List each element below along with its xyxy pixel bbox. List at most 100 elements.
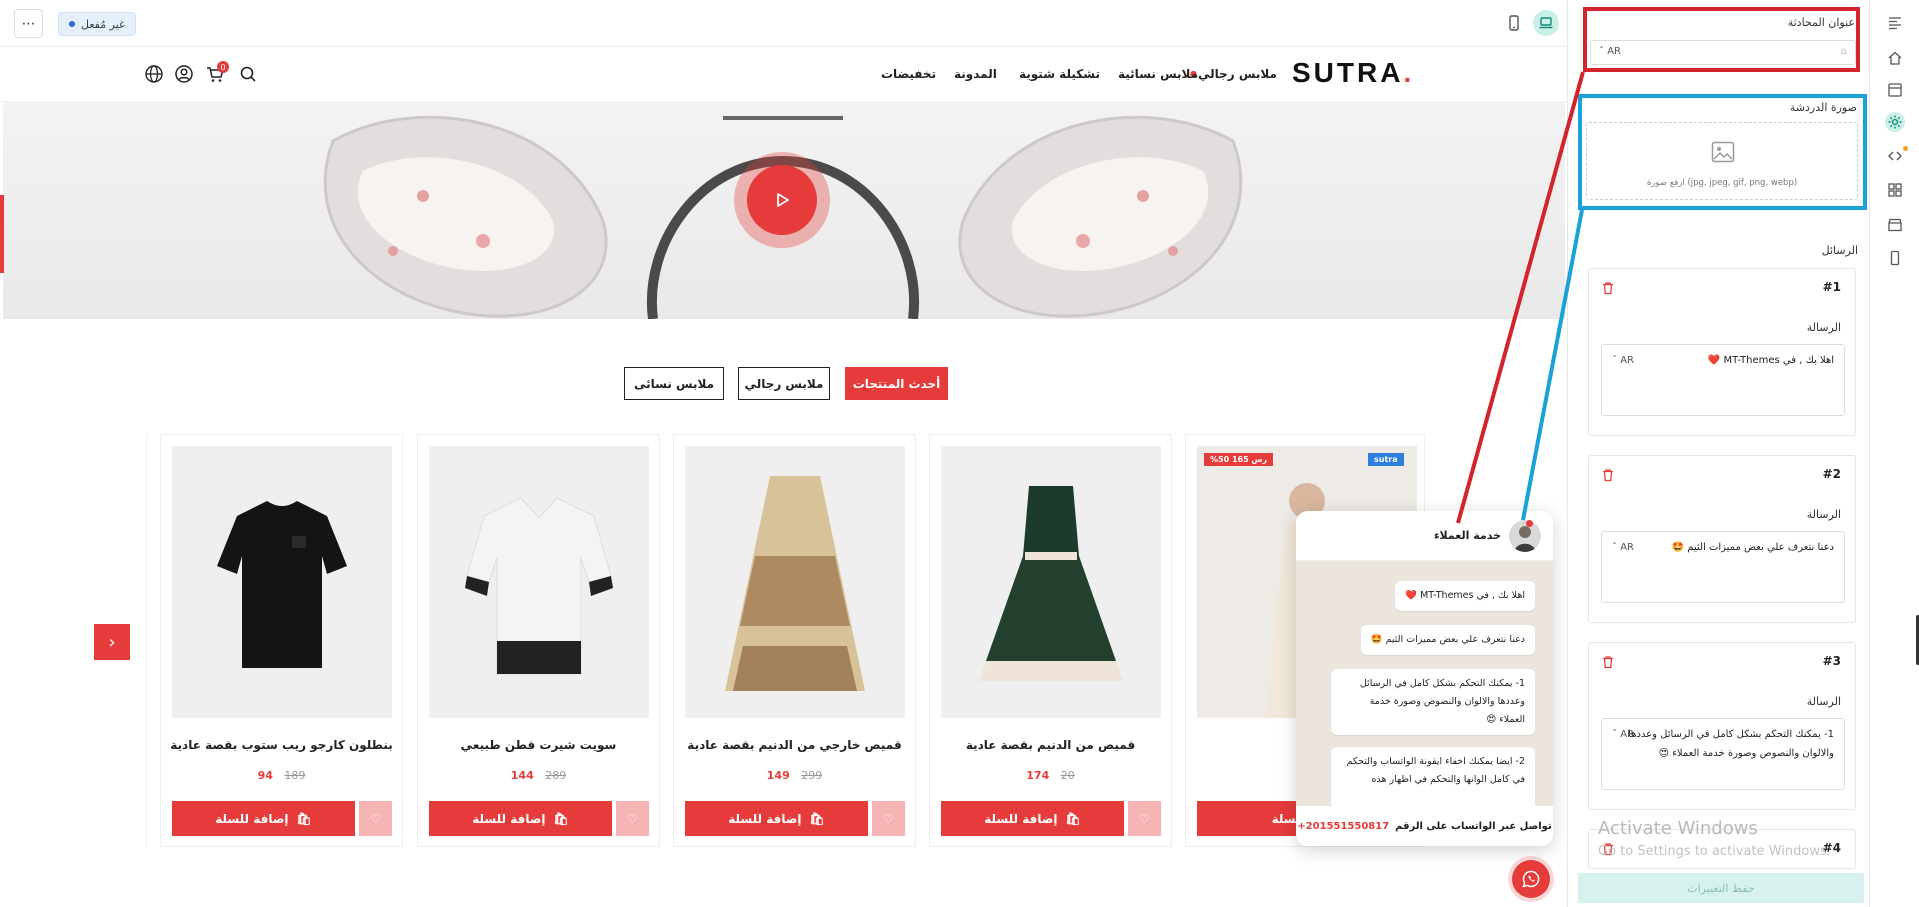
avatar xyxy=(1509,520,1541,552)
product-image[interactable] xyxy=(172,446,392,718)
wishlist-button[interactable]: ♡ xyxy=(1128,801,1161,836)
menu-align-icon[interactable] xyxy=(1885,13,1905,33)
heart-icon: ♡ xyxy=(370,811,381,826)
message-textarea[interactable]: دعنا نتعرف علي بعض مميزات الثيم 🤩 ˇ AR xyxy=(1601,531,1845,603)
code-icon[interactable] xyxy=(1885,146,1905,166)
home-icon[interactable] xyxy=(1885,48,1905,68)
trash-icon[interactable] xyxy=(1601,468,1615,482)
message-textarea[interactable]: اهلا بك , في MT-Themes ❤️ ˇ AR xyxy=(1601,344,1845,416)
product-name[interactable]: سويت شيرت قطن طبيعي xyxy=(418,738,659,752)
lang-selector[interactable]: ˇ AR xyxy=(1612,725,1634,744)
trash-icon[interactable] xyxy=(1601,281,1615,295)
product-prices: 149 299 xyxy=(674,769,915,782)
nav-item-blog[interactable]: المدونة xyxy=(954,67,997,81)
whatsapp-button[interactable] xyxy=(1512,860,1550,898)
mobile-icon[interactable] xyxy=(1504,13,1524,33)
message-textarea[interactable]: 1- يمكنك التحكم بشكل كامل في الرسائل وعد… xyxy=(1601,718,1845,790)
laptop-icon[interactable] xyxy=(1533,10,1559,36)
message-field-label: الرسالة xyxy=(1806,321,1841,334)
whatsapp-footer-label: تواصل عبر الواتساب على الرقم xyxy=(1395,820,1552,832)
tab-women-clothing[interactable]: ملابس نسائى xyxy=(624,367,724,400)
product-old-price: 20 xyxy=(1060,769,1075,782)
product-image[interactable] xyxy=(685,446,905,718)
windows-watermark-subtitle: Go to Settings to activate Windows. xyxy=(1598,844,1831,859)
sale-badge: %50 رس 165 xyxy=(1204,453,1274,466)
chat-popup: خدمة العملاء اهلا بك , في MT-Themes ❤️ د… xyxy=(1296,511,1553,846)
product-image[interactable] xyxy=(941,446,1161,718)
annotation-blue-box xyxy=(1578,94,1867,210)
whatsapp-icon xyxy=(1522,870,1540,888)
product-card[interactable]: قميص من الدنيم بقصة عادية 174 20 إضافة ل… xyxy=(929,434,1172,847)
product-card[interactable]: قميص خارجي من الدنيم بقصة عادية 149 299 … xyxy=(673,434,916,847)
product-name[interactable]: قميص خارجي من الدنيم بقصة عادية xyxy=(674,738,915,752)
product-card[interactable]: بنطلون كارجو ريب ستوب بقصة عادية 94 189 … xyxy=(160,434,403,847)
messages-label: الرسائل xyxy=(1821,244,1858,257)
lang-selector[interactable]: ˇ AR xyxy=(1612,351,1634,370)
message-number: #2 xyxy=(1822,467,1841,481)
product-card[interactable]: سويت شيرت قطن طبيعي 144 289 إضافة للسلة 🛍… xyxy=(417,434,660,847)
bag-icon: 🛍 xyxy=(809,811,825,826)
chevron-down-icon: ˇ xyxy=(1612,355,1621,366)
carousel-next-button[interactable]: › xyxy=(94,624,130,660)
add-to-cart-button[interactable]: إضافة للسلة 🛍 xyxy=(941,801,1124,836)
product-image[interactable] xyxy=(429,446,649,718)
product-price: 174 xyxy=(1026,769,1050,782)
tab-men-clothing[interactable]: ملابس رجالي xyxy=(738,367,830,400)
windows-watermark-title: Activate Windows xyxy=(1598,818,1758,839)
message-card: #1 الرسالة اهلا بك , في MT-Themes ❤️ ˇ AR xyxy=(1588,268,1856,436)
heart-icon: ♡ xyxy=(1139,811,1150,826)
nav-item-men[interactable]: ملابس رجالي xyxy=(1198,67,1277,81)
product-price: 144 xyxy=(510,769,534,782)
store-logo[interactable]: SUTRA. xyxy=(1292,57,1414,89)
chat-footer[interactable]: +201551550817 تواصل عبر الواتساب على الر… xyxy=(1296,806,1553,846)
status-badge[interactable]: غير مُفعل xyxy=(58,12,136,36)
message-field-label: الرسالة xyxy=(1806,508,1841,521)
product-old-price: 299 xyxy=(801,769,823,782)
chevron-down-icon: ˇ xyxy=(1612,542,1621,553)
product-name[interactable]: قميص من الدنيم بقصة عادية xyxy=(930,738,1171,752)
editor-iconbar xyxy=(1869,0,1919,907)
nav-item-winter[interactable]: تشكيلة شتوية xyxy=(1019,67,1100,81)
chevron-down-icon: ˇ xyxy=(1612,729,1621,740)
product-old-price: 189 xyxy=(284,769,306,782)
wishlist-button[interactable]: ♡ xyxy=(872,801,905,836)
more-options-button[interactable]: ⋯ xyxy=(14,9,43,38)
message-number: #1 xyxy=(1822,280,1841,294)
bag-icon: 🛍 xyxy=(1065,811,1081,826)
add-to-cart-button[interactable]: إضافة للسلة 🛍 xyxy=(429,801,612,836)
lang-selector[interactable]: ˇ AR xyxy=(1612,538,1634,557)
wishlist-button[interactable]: ♡ xyxy=(359,801,392,836)
add-to-cart-button[interactable]: إضافة للسلة 🛍 xyxy=(172,801,355,836)
globe-icon[interactable] xyxy=(144,64,164,84)
heart-icon: ♡ xyxy=(883,811,894,826)
store-header: SUTRA. ● ملابس رجالي ملابس نسائية تشكيلة… xyxy=(0,47,1567,102)
cart-count-badge: 0 xyxy=(217,61,229,73)
tab-latest-products[interactable]: أحدث المنتجات xyxy=(845,367,948,400)
chat-title: خدمة العملاء xyxy=(1433,529,1501,542)
message-card: #2 الرسالة دعنا نتعرف علي بعض مميزات الث… xyxy=(1588,455,1856,623)
trash-icon[interactable] xyxy=(1601,655,1615,669)
hero-side-strip xyxy=(0,195,4,273)
wishlist-button[interactable]: ♡ xyxy=(616,801,649,836)
gear-icon[interactable] xyxy=(1885,112,1905,132)
search-icon[interactable] xyxy=(238,64,258,84)
grid-icon[interactable] xyxy=(1885,180,1905,200)
nav-item-women[interactable]: ملابس نسائية xyxy=(1118,67,1198,81)
add-to-cart-button[interactable]: إضافة للسلة 🛍 xyxy=(685,801,868,836)
chat-header: خدمة العملاء xyxy=(1296,511,1553,561)
chevron-right-icon: › xyxy=(108,631,116,653)
product-name[interactable]: بنطلون كارجو ريب ستوب بقصة عادية xyxy=(161,738,402,752)
whatsapp-number[interactable]: +201551550817 xyxy=(1297,821,1389,832)
chat-bubble: اهلا بك , في MT-Themes ❤️ xyxy=(1395,581,1535,611)
chat-bubble: 1- يمكنك التحكم بشكل كامل في الرسائل وعد… xyxy=(1331,669,1535,735)
store-icon[interactable] xyxy=(1885,215,1905,235)
nav-item-sale[interactable]: تخفيضات xyxy=(881,67,936,81)
notification-dot-icon xyxy=(1903,146,1908,151)
play-button[interactable] xyxy=(734,152,830,248)
user-icon[interactable] xyxy=(174,64,194,84)
layout-icon[interactable] xyxy=(1885,80,1905,100)
product-price: 149 xyxy=(766,769,790,782)
save-changes-button[interactable]: حفظ التغييرات xyxy=(1578,873,1864,903)
mobile-preview-icon[interactable] xyxy=(1885,248,1905,268)
online-dot-icon xyxy=(1526,520,1533,527)
